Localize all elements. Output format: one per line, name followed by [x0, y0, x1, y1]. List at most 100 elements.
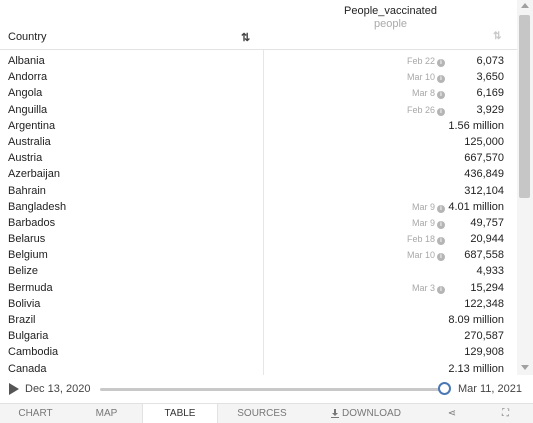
metric-column-title[interactable]: People_vaccinated: [264, 5, 517, 17]
table-row: Argentina 1.56 million: [0, 119, 517, 135]
value-cell: 20,944: [470, 233, 504, 246]
sort-descending-icon[interactable]: ⇅: [493, 31, 501, 42]
table-row: Austria 667,570: [0, 151, 517, 167]
value-cell: 3,650: [476, 71, 504, 84]
table-row: Albania Feb 22 i 6,073: [0, 54, 517, 70]
value-cell: 8.09 million: [448, 314, 504, 326]
country-cell: Australia: [8, 135, 51, 148]
date-note-text: Mar 3: [411, 282, 435, 293]
date-note: Mar 3i: [412, 283, 445, 294]
table-row: Belize 4,933: [0, 264, 517, 280]
value-cell: 667,570: [464, 152, 504, 165]
table-header: Country ⇅ People_vaccinated people ⇅: [0, 0, 517, 50]
info-icon[interactable]: i: [437, 91, 445, 100]
date-note-text: Mar 10: [406, 250, 435, 261]
date-note: Mar 10 i: [407, 72, 445, 84]
table-row: Bahrain 312,104: [0, 184, 517, 200]
table-row: Barbados Mar 9 i 49,757: [0, 216, 517, 232]
tab-bar: CHART MAP TABLE SOURCES DOWNLOAD ⋖ ⛶: [0, 403, 533, 423]
timeline-end-date[interactable]: Mar 11, 2021: [458, 383, 522, 395]
country-cell: Barbados: [8, 216, 56, 229]
value-cell: 436,849: [464, 168, 504, 181]
date-note: Mar 10 i: [406, 250, 445, 262]
table-row: Bulgaria 270,587: [0, 329, 517, 345]
fullscreen-icon[interactable]: ⛶: [478, 404, 533, 423]
timeline: Dec 13, 2020 Mar 11, 2021: [0, 377, 533, 401]
country-cell: Austria: [8, 152, 43, 165]
timeline-slider-track[interactable]: [100, 388, 445, 391]
tab-table[interactable]: TABLE: [142, 404, 218, 423]
info-icon[interactable]: i: [437, 107, 445, 116]
value-cell: 129,908: [464, 346, 504, 359]
date-note-text: Feb 18: [406, 234, 435, 245]
value-cell: 3,929: [476, 103, 504, 116]
info-icon[interactable]: i: [437, 220, 445, 229]
country-cell: Belgium: [8, 249, 48, 262]
country-cell: Brazil: [8, 314, 36, 326]
date-note: Feb 22 i: [407, 56, 445, 67]
tab-sources[interactable]: SOURCES: [218, 404, 306, 423]
table-row: Bangladesh Mar 9 i 4.01 million: [0, 200, 517, 216]
info-icon[interactable]: i: [437, 285, 445, 294]
info-icon[interactable]: i: [437, 75, 445, 84]
share-icon[interactable]: ⋖: [426, 404, 478, 423]
data-table: Country ⇅ People_vaccinated people ⇅ Alb…: [0, 0, 533, 375]
value-cell: 6,169: [476, 87, 504, 100]
table-row: Belgium Mar 10 i 687,558: [0, 248, 517, 264]
table-row: Belarus Feb 18 i 20,944: [0, 232, 517, 248]
date-note: Feb 18 i: [406, 234, 445, 246]
sort-alpha-icon[interactable]: ⇅: [241, 31, 250, 44]
country-cell: Belize: [8, 265, 38, 278]
timeline-start-date[interactable]: Dec 13, 2020: [25, 383, 90, 395]
scroll-down-arrow-icon[interactable]: [521, 365, 529, 370]
scrollbar-thumb[interactable]: [519, 15, 530, 198]
tab-map[interactable]: MAP: [71, 404, 142, 423]
date-note-text: Mar 9: [411, 201, 435, 212]
scroll-up-arrow-icon[interactable]: [521, 3, 529, 8]
info-icon[interactable]: i: [437, 237, 445, 246]
info-icon[interactable]: i: [437, 253, 445, 262]
country-cell: Belarus: [8, 233, 46, 246]
country-cell: Bolivia: [8, 297, 41, 310]
date-note: Feb 26 i: [407, 105, 445, 116]
value-cell: 4.01 million: [448, 200, 504, 213]
table-row: Canada 2.13 million: [0, 362, 517, 375]
download-icon: [331, 409, 340, 418]
timeline-slider-handle[interactable]: [438, 382, 451, 395]
date-note-text: Mar 9: [411, 217, 435, 228]
value-cell: 312,104: [464, 184, 504, 197]
table-row: Bermuda Mar 3 i 15,294: [0, 281, 517, 297]
country-cell: Bulgaria: [8, 330, 49, 343]
play-icon[interactable]: [9, 383, 19, 395]
country-column-header[interactable]: Country: [8, 31, 47, 43]
table-body: Albania Feb 22 i 6,073 Andorra Mar 10 i 3,650 An…: [0, 54, 517, 375]
table-row: Andorra Mar 10 i 3,650: [0, 70, 517, 86]
value-cell: 6,073: [476, 55, 504, 67]
value-cell: 1.56 million: [448, 119, 504, 132]
date-note-text: Feb 22: [406, 56, 435, 66]
tab-download[interactable]: DOWNLOAD: [306, 404, 426, 423]
country-cell: Bermuda: [8, 281, 53, 294]
table-row: Cambodia 129,908: [0, 345, 517, 361]
table-row: Brazil 8.09 million: [0, 313, 517, 329]
value-cell: 49,757: [470, 216, 504, 229]
tab-chart[interactable]: CHART: [0, 404, 71, 423]
date-note-text: Feb 26: [406, 104, 435, 115]
info-icon[interactable]: i: [437, 204, 445, 213]
country-cell: Andorra: [8, 71, 48, 84]
date-note: Mar 8i: [411, 88, 445, 100]
date-note: Mar 9i: [412, 218, 445, 229]
date-note-text: Mar 8: [411, 88, 435, 99]
country-cell: Cambodia: [8, 346, 59, 359]
country-cell: Canada: [8, 362, 47, 375]
country-cell: Bahrain: [8, 184, 46, 197]
tab-download-label: DOWNLOAD: [342, 408, 401, 419]
table-row: Bolivia 122,348: [0, 297, 517, 313]
info-icon[interactable]: i: [437, 59, 445, 67]
country-cell: Albania: [8, 55, 45, 67]
date-note: Mar 9i: [412, 202, 445, 213]
country-cell: Argentina: [8, 119, 56, 132]
table-row: Australia 125,000: [0, 135, 517, 151]
value-cell: 270,587: [464, 330, 504, 343]
value-cell: 2.13 million: [448, 362, 504, 375]
